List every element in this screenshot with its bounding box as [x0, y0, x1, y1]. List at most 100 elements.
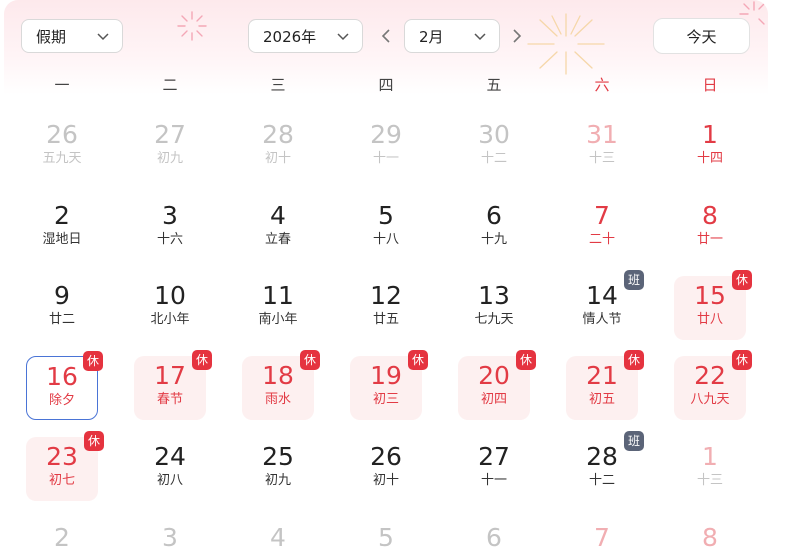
day-number: 7: [594, 523, 610, 552]
weekday-label: 六: [594, 76, 610, 94]
year-select-value: 2026年: [263, 27, 317, 46]
day-cell[interactable]: 26 五九天: [26, 115, 98, 179]
day-number: 1: [702, 442, 718, 471]
day-number: 5: [378, 201, 394, 230]
day-cell[interactable]: 4: [242, 518, 314, 560]
rest-day-badge: 休: [83, 351, 103, 371]
next-month-button[interactable]: [509, 26, 525, 46]
lunar-label: 初五: [588, 392, 615, 407]
day-cell[interactable]: 27 十一: [458, 437, 530, 501]
chevron-down-icon: [474, 33, 486, 41]
day-cell[interactable]: 20 初四休: [458, 350, 536, 420]
day-cell[interactable]: 16 除夕休: [26, 351, 103, 420]
day-cell[interactable]: 8: [674, 518, 746, 560]
lunar-label: 十三: [588, 151, 615, 166]
lunar-label: 初九: [264, 473, 291, 488]
chevron-left-icon: [381, 29, 390, 43]
weekday-label: 四: [378, 76, 394, 94]
day-cell[interactable]: 17 春节休: [134, 350, 212, 420]
weekday-label: 二: [162, 76, 178, 94]
day-cell[interactable]: 14 情人节班: [566, 270, 644, 340]
lunar-label: 廿五: [372, 312, 399, 327]
day-cell[interactable]: 5 十八: [350, 196, 422, 260]
day-number: 24: [154, 442, 186, 471]
day-cell[interactable]: 3 十六: [134, 196, 206, 260]
day-cell[interactable]: 21 初五休: [566, 350, 644, 420]
lunar-label: 初十: [372, 473, 399, 488]
lunar-label: 十九: [480, 232, 507, 247]
day-cell[interactable]: 10 北小年: [134, 276, 206, 340]
day-number: 26: [370, 442, 402, 471]
day-cell[interactable]: 9 廿二: [26, 276, 98, 340]
year-select[interactable]: 2026年: [248, 19, 363, 53]
day-number: 9: [54, 281, 70, 310]
day-cell[interactable]: 7: [566, 518, 638, 560]
holiday-select[interactable]: 假期: [21, 19, 123, 53]
workday-badge: 班: [624, 270, 644, 290]
lunar-label: 五九天: [42, 151, 82, 166]
day-cell[interactable]: 6: [458, 518, 530, 560]
day-number: 11: [262, 281, 294, 310]
rest-day-badge: 休: [300, 350, 320, 370]
day-cell[interactable]: 1 十四: [674, 115, 746, 179]
chevron-down-icon: [337, 33, 349, 41]
day-number: 26: [46, 120, 78, 149]
lunar-label: 南小年: [258, 312, 298, 327]
day-cell[interactable]: 11 南小年: [242, 276, 314, 340]
day-cell[interactable]: 2: [26, 518, 98, 560]
day-cell[interactable]: 23 初七休: [26, 431, 104, 501]
day-cell[interactable]: 28 初十: [242, 115, 314, 179]
rest-day-badge: 休: [732, 350, 752, 370]
day-number: 29: [370, 120, 402, 149]
lunar-label: 二十: [588, 232, 615, 247]
day-cell[interactable]: 4 立春: [242, 196, 314, 260]
rest-day-badge: 休: [408, 350, 428, 370]
rest-day-badge: 休: [192, 350, 212, 370]
day-cell[interactable]: 8 廿一: [674, 196, 746, 260]
day-cell[interactable]: 22 八九天休: [674, 350, 752, 420]
rest-day-badge: 休: [732, 270, 752, 290]
day-cell[interactable]: 31 十三: [566, 115, 638, 179]
day-cell[interactable]: 12 廿五: [350, 276, 422, 340]
lunar-label: 十二: [588, 473, 615, 488]
lunar-label: 廿八: [696, 312, 723, 327]
day-number: 28: [262, 120, 294, 149]
day-number: 25: [262, 442, 294, 471]
day-cell[interactable]: 24 初八: [134, 437, 206, 501]
day-cell[interactable]: 3: [134, 518, 206, 560]
day-cell[interactable]: 26 初十: [350, 437, 422, 501]
lunar-label: 十二: [480, 151, 507, 166]
day-number: 3: [162, 201, 178, 230]
today-button[interactable]: 今天: [653, 18, 750, 54]
day-cell[interactable]: 6 十九: [458, 196, 530, 260]
lunar-label: 雨水: [264, 392, 291, 407]
day-cell[interactable]: 30 十二: [458, 115, 530, 179]
day-cell[interactable]: 25 初九: [242, 437, 314, 501]
day-number: 6: [486, 523, 502, 552]
holiday-select-value: 假期: [36, 27, 67, 46]
day-cell[interactable]: 1 十三: [674, 437, 746, 501]
day-number: 13: [478, 281, 510, 310]
weekday-label: 日: [702, 76, 718, 94]
lunar-label: 十六: [156, 232, 183, 247]
weekday-label: 三: [270, 76, 286, 94]
day-cell[interactable]: 19 初三休: [350, 350, 428, 420]
day-cell[interactable]: 2 湿地日: [26, 196, 98, 260]
day-cell[interactable]: 5: [350, 518, 422, 560]
firework-decoration-icon: [177, 11, 207, 41]
day-number: 8: [702, 201, 718, 230]
month-select[interactable]: 2月: [404, 19, 500, 53]
day-cell[interactable]: 27 初九: [134, 115, 206, 179]
day-cell[interactable]: 28 十二班: [566, 431, 644, 501]
day-cell[interactable]: 18 雨水休: [242, 350, 320, 420]
day-number: 1: [702, 120, 718, 149]
day-cell[interactable]: 7 二十: [566, 196, 638, 260]
day-number: 3: [162, 523, 178, 552]
prev-month-button[interactable]: [378, 26, 394, 46]
day-number: 27: [478, 442, 510, 471]
lunar-label: 初八: [156, 473, 183, 488]
day-cell[interactable]: 13 七九天: [458, 276, 530, 340]
day-cell[interactable]: 15 廿八休: [674, 270, 752, 340]
lunar-label: 廿一: [696, 232, 723, 247]
day-cell[interactable]: 29 十一: [350, 115, 422, 179]
